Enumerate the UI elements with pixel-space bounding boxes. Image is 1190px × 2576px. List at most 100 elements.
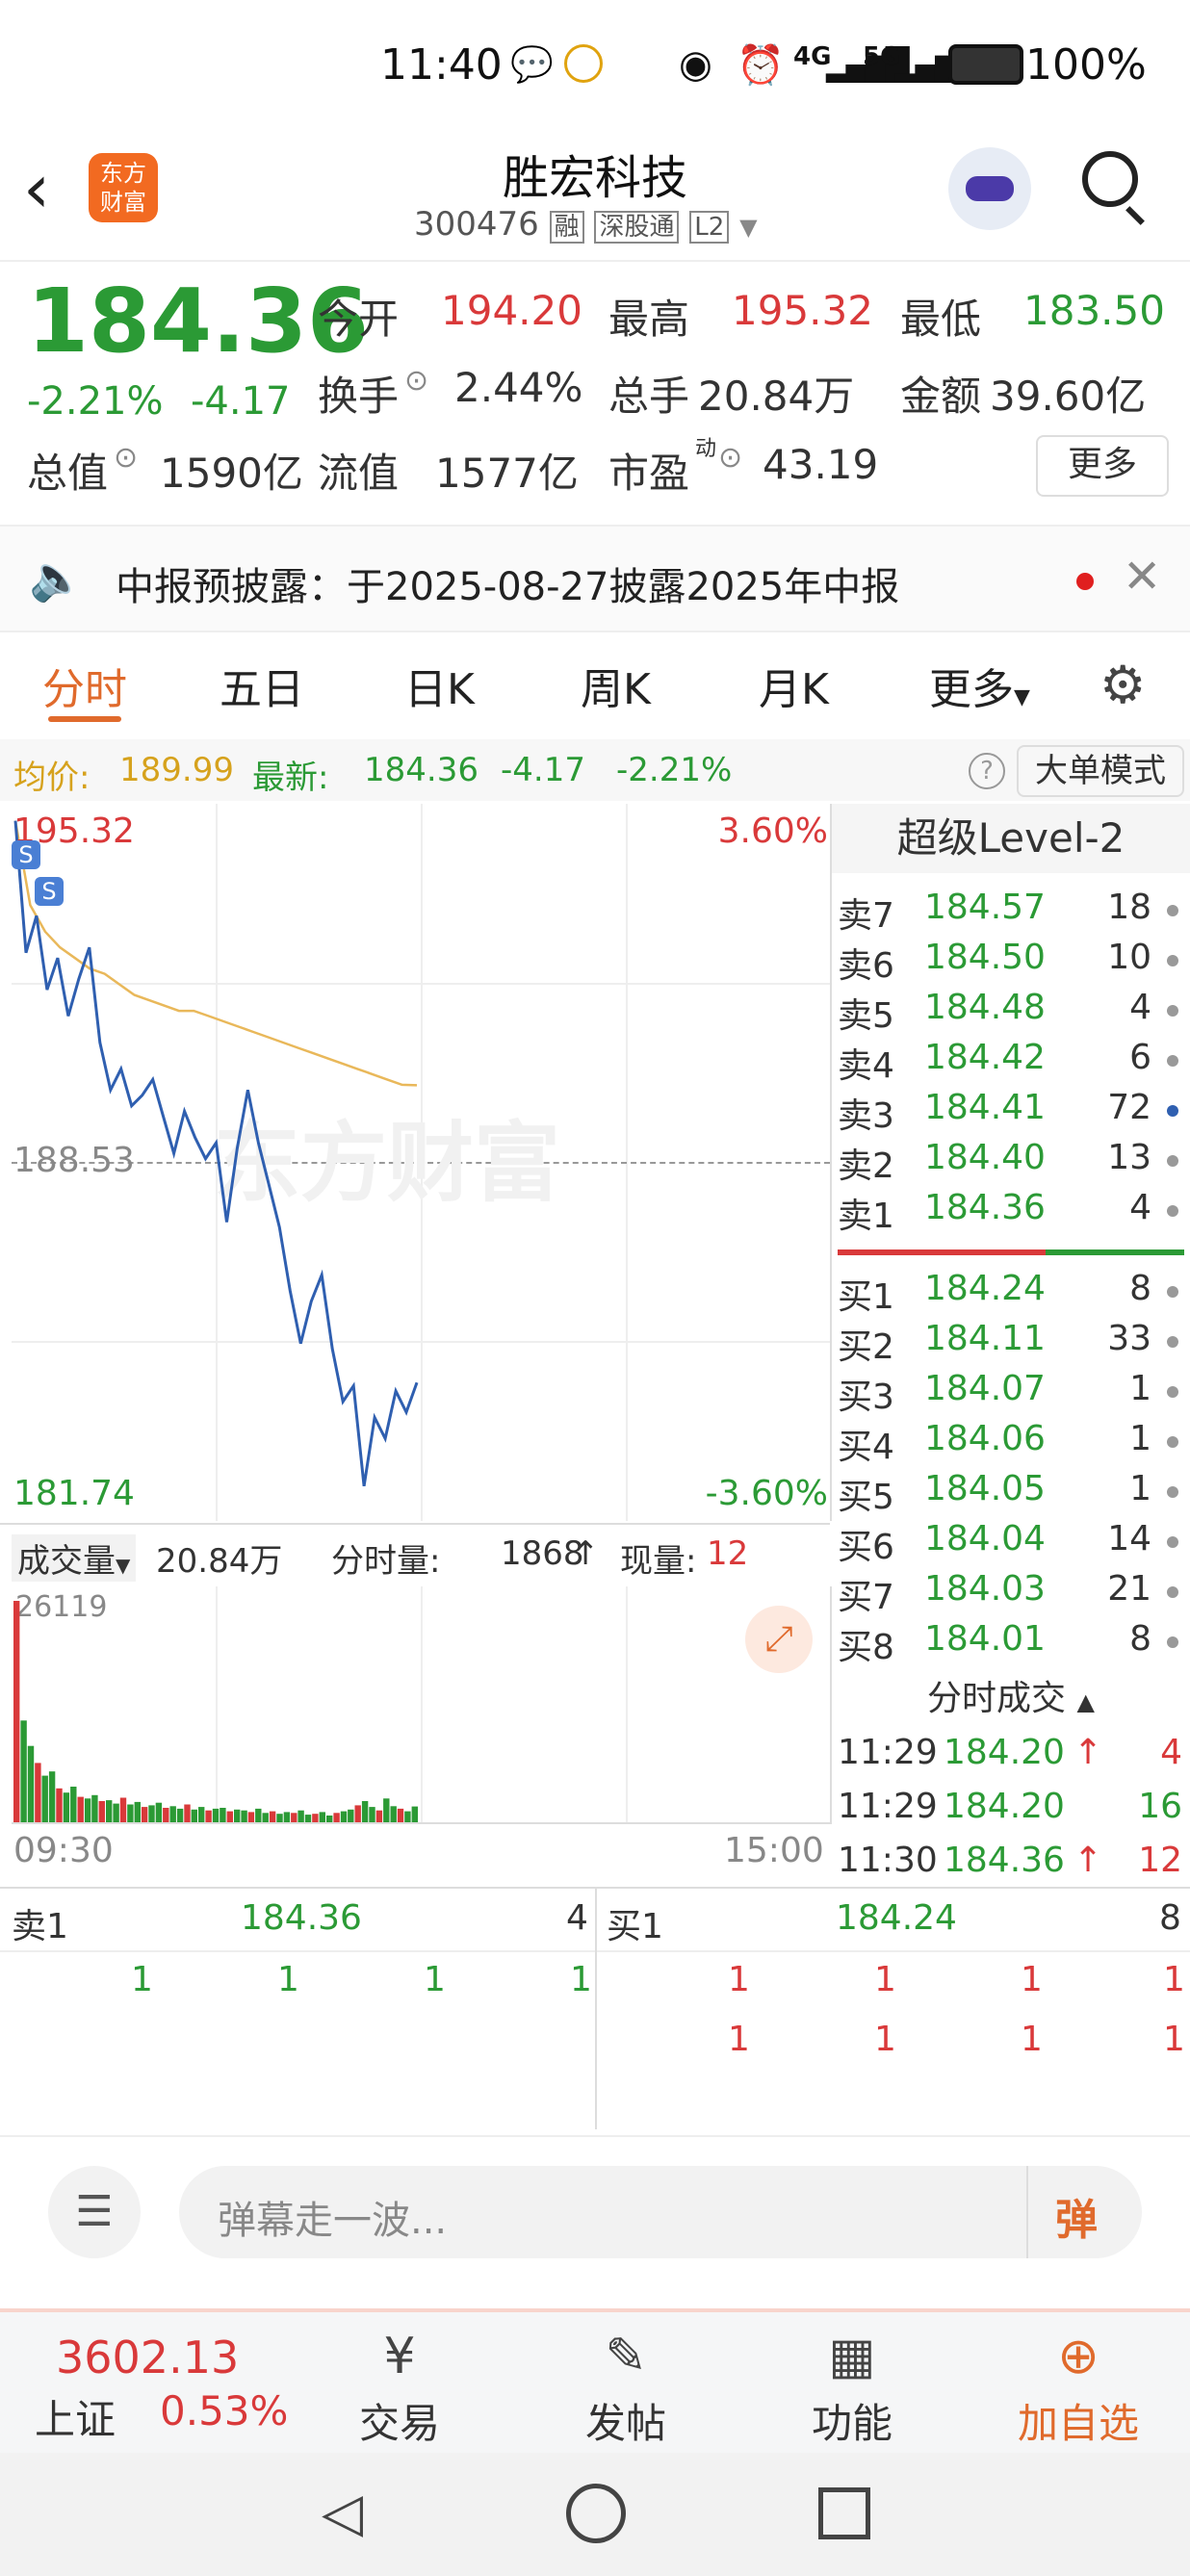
ask-level-label: 卖7 <box>838 896 894 936</box>
level-dot-icon <box>1167 1436 1178 1448</box>
ticks-title[interactable]: 分时成交 ▲ <box>832 1670 1190 1724</box>
queue-buy-order: 1 <box>874 2020 896 2059</box>
tick-price: 184.20 <box>944 1787 1065 1826</box>
ask-level-row[interactable]: 卖4 184.42 6 <box>838 1038 1190 1088</box>
system-nav-bar: ◁ <box>0 2453 1190 2576</box>
index-change[interactable]: 0.53% <box>160 2387 288 2434</box>
info-icon-2[interactable]: ⊙ <box>114 441 138 475</box>
search-icon-handle <box>1125 206 1145 225</box>
more-button[interactable]: 更多 <box>1036 435 1169 497</box>
nav-back-icon[interactable]: ◁ <box>322 2482 363 2544</box>
nav-trade-label: 交易 <box>358 2400 440 2447</box>
tab-weekly-k[interactable]: 周K <box>581 655 651 716</box>
help-icon[interactable]: ? <box>969 753 1005 789</box>
tab-monthly-k[interactable]: 月K <box>759 655 829 716</box>
ask-level-row[interactable]: 卖7 184.57 18 <box>838 888 1190 938</box>
close-icon[interactable]: ✕ <box>1123 550 1161 604</box>
volume-bar <box>226 1811 233 1822</box>
bid-level-row[interactable]: 买4 184.06 1 <box>838 1419 1190 1469</box>
arrow-up-icon: ↑ <box>572 1534 600 1573</box>
bid-level-label: 买5 <box>838 1478 894 1517</box>
bid-level-volume: 8 <box>1129 1269 1151 1308</box>
volume-bar <box>176 1808 184 1822</box>
ask-level-row[interactable]: 卖3 184.41 72 <box>838 1088 1190 1138</box>
avg-label: 均价: <box>13 759 91 797</box>
notice-banner[interactable]: 🔈 中报预披露：于2025-08-27披露2025年中报 ✕ <box>0 525 1190 632</box>
volume-bar <box>411 1806 418 1822</box>
speaker-icon: 🔈 <box>29 552 85 604</box>
ask-level-row[interactable]: 卖6 184.50 10 <box>838 938 1190 988</box>
tick-time: 11:29 <box>838 1787 938 1826</box>
ask-level-row[interactable]: 卖1 184.36 4 <box>838 1188 1190 1238</box>
info-icon[interactable]: ⊙ <box>404 364 428 398</box>
nav-features[interactable]: ▦ 功能 <box>765 2328 939 2450</box>
bid-level-price: 184.05 <box>924 1469 1046 1508</box>
queue-sell-vol: 4 <box>566 1898 588 1938</box>
send-bullet-button[interactable]: 弹 <box>1055 2185 1098 2247</box>
bid-level-row[interactable]: 买1 184.24 8 <box>838 1269 1190 1319</box>
tick-row: 11:29 184.20 ↑ 4 <box>838 1733 1190 1783</box>
volume-bar <box>247 1812 255 1822</box>
bid-level-row[interactable]: 买8 184.01 8 <box>838 1619 1190 1669</box>
tab-more[interactable]: 更多▼ <box>929 655 1030 716</box>
ask-level-row[interactable]: 卖5 184.48 4 <box>838 988 1190 1038</box>
ask-level-price: 184.48 <box>924 988 1046 1027</box>
tab-intraday[interactable]: 分时 <box>42 655 127 716</box>
amount-value: 39.60亿 <box>990 373 1147 420</box>
bid-level-row[interactable]: 买3 184.07 1 <box>838 1369 1190 1419</box>
bid-level-volume: 21 <box>1107 1569 1151 1609</box>
volume-bar <box>91 1794 98 1822</box>
volume-bar <box>383 1798 390 1822</box>
pe-superscript: 动 <box>695 437 717 461</box>
search-icon[interactable] <box>1082 151 1138 207</box>
sell-marker-1[interactable]: S <box>12 840 40 869</box>
nav-post[interactable]: ✎ 发帖 <box>539 2328 712 2450</box>
sell-marker-2[interactable]: S <box>35 877 64 906</box>
level-dot-icon <box>1167 1336 1178 1348</box>
bid-level-label: 买4 <box>838 1428 894 1467</box>
volume-selector[interactable]: 成交量▼ <box>12 1534 137 1582</box>
volume-chart[interactable]: 26119 ⤢ <box>12 1586 832 1824</box>
edit-icon: ✎ <box>605 2328 647 2385</box>
pe-value: 43.19 <box>763 441 879 488</box>
ask-level-price: 184.57 <box>924 888 1046 927</box>
index-name[interactable]: 上证 <box>35 2387 116 2446</box>
tick-arrow-icon: ↑ <box>1074 1841 1103 1880</box>
unread-dot <box>1076 573 1094 590</box>
current-vol-value: 12 <box>707 1534 749 1573</box>
nav-trade[interactable]: ¥ 交易 <box>313 2328 486 2450</box>
nav-home-icon[interactable] <box>566 2484 626 2543</box>
big-order-mode-button[interactable]: 大单模式 <box>1017 745 1184 797</box>
latest-change-pct: -2.21% <box>616 751 733 789</box>
nav-add-watchlist[interactable]: ⊕ 加自选 <box>992 2328 1165 2450</box>
queue-buy-order: 1 <box>1163 2020 1185 2059</box>
ask-level-row[interactable]: 卖2 184.40 13 <box>838 1138 1190 1188</box>
volume-bar <box>70 1787 77 1822</box>
bid-level-price: 184.07 <box>924 1369 1046 1408</box>
bid-level-row[interactable]: 买6 184.04 14 <box>838 1519 1190 1569</box>
float-label: 流值 <box>318 450 400 497</box>
settings-gear-icon[interactable]: ⚙ <box>1099 655 1146 715</box>
tick-row: 11:29 184.20 16 <box>838 1787 1190 1837</box>
volume-bar <box>333 1813 340 1822</box>
ask-level-volume: 6 <box>1129 1038 1151 1077</box>
index-value[interactable]: 3602.13 <box>56 2331 239 2383</box>
queue-sell-order: 1 <box>570 1960 592 1999</box>
tab-5day[interactable]: 五日 <box>220 655 304 716</box>
bid-level-row[interactable]: 买5 184.05 1 <box>838 1469 1190 1519</box>
bid-level-row[interactable]: 买7 184.03 21 <box>838 1569 1190 1619</box>
level-dot-icon <box>1167 955 1178 966</box>
tick-volume: 4 <box>1160 1733 1182 1772</box>
price-chart[interactable]: 东方财富 195.32 188.53 181.74 3.60% -3.60% S… <box>12 804 832 1521</box>
level2-title[interactable]: 超级Level-2 <box>832 804 1190 873</box>
robot-assistant-icon[interactable] <box>948 147 1031 230</box>
comment-input[interactable]: 弹幕走一波... 弹 <box>179 2166 1142 2258</box>
info-icon-3[interactable]: ⊙ <box>718 441 742 475</box>
expand-icon[interactable]: ⤢ <box>745 1606 813 1673</box>
bid-level-volume: 8 <box>1129 1619 1151 1659</box>
nav-recent-icon[interactable] <box>818 2487 870 2539</box>
stock-code-line[interactable]: 300476 融 深股通 L2 ▼ <box>414 205 758 244</box>
bid-level-row[interactable]: 买2 184.11 33 <box>838 1319 1190 1369</box>
bullet-settings-icon[interactable]: ☰ <box>48 2166 141 2258</box>
tab-daily-k[interactable]: 日K <box>404 655 475 716</box>
